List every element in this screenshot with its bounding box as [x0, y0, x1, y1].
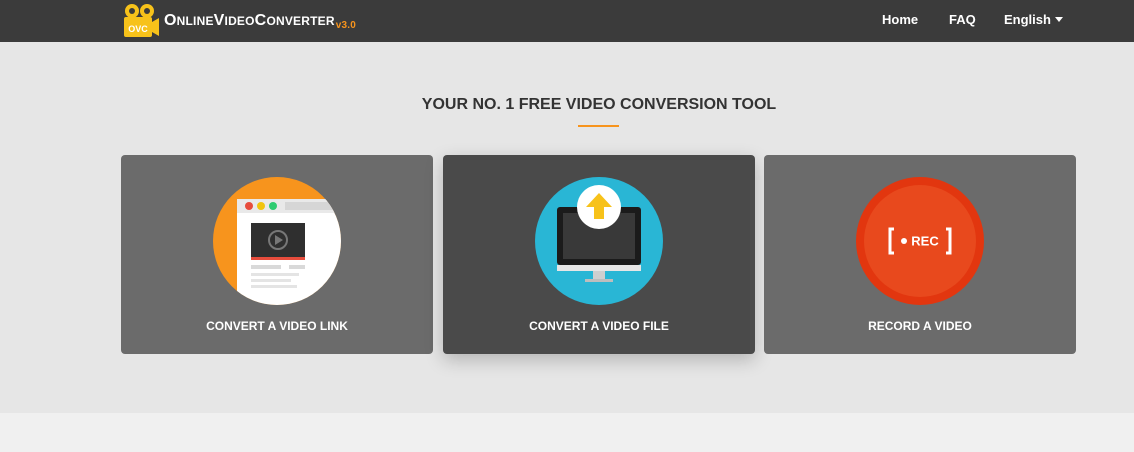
language-dropdown[interactable]: English: [1004, 0, 1063, 38]
convert-file-card[interactable]: CONVERT A VIDEO FILE: [443, 155, 755, 354]
logo-icon-text: OVC: [128, 24, 148, 34]
monitor-upload-icon: [557, 185, 641, 282]
top-navbar: OVC ONLINEVIDEOCONVERTERv3.0 Home FAQ En…: [0, 0, 1134, 42]
record-video-card[interactable]: REC RECORD A VIDEO: [764, 155, 1076, 354]
language-label[interactable]: English: [1004, 12, 1051, 27]
rec-text: REC: [911, 234, 939, 249]
caret-down-icon[interactable]: [1054, 16, 1063, 22]
version-badge: v3.0: [335, 19, 356, 31]
card-circle: REC: [856, 177, 984, 305]
nav-home-label[interactable]: Home: [882, 12, 918, 27]
rec-icon: REC: [864, 185, 976, 297]
card-circle: [213, 177, 341, 305]
nav-faq[interactable]: FAQ: [949, 0, 976, 38]
title-underline: [578, 125, 619, 127]
nav-home[interactable]: Home: [882, 0, 918, 38]
film-camera-icon: OVC: [124, 4, 159, 37]
browser-video-icon: [237, 199, 341, 305]
page-title: YOUR NO. 1 FREE VIDEO CONVERSION TOOL: [421, 96, 777, 113]
nav-faq-label[interactable]: FAQ: [949, 12, 976, 27]
convert-file-label: CONVERT A VIDEO FILE: [529, 319, 669, 333]
convert-link-label: CONVERT A VIDEO LINK: [206, 319, 348, 333]
card-circle: [535, 177, 663, 305]
record-video-label: RECORD A VIDEO: [868, 319, 972, 333]
logo[interactable]: OVC ONLINEVIDEOCONVERTERv3.0: [122, 0, 356, 42]
brand-name: ONLINEVIDEOCONVERTERv3.0: [164, 11, 356, 31]
lower-section: [0, 413, 1134, 452]
convert-link-card[interactable]: CONVERT A VIDEO LINK: [121, 155, 433, 354]
